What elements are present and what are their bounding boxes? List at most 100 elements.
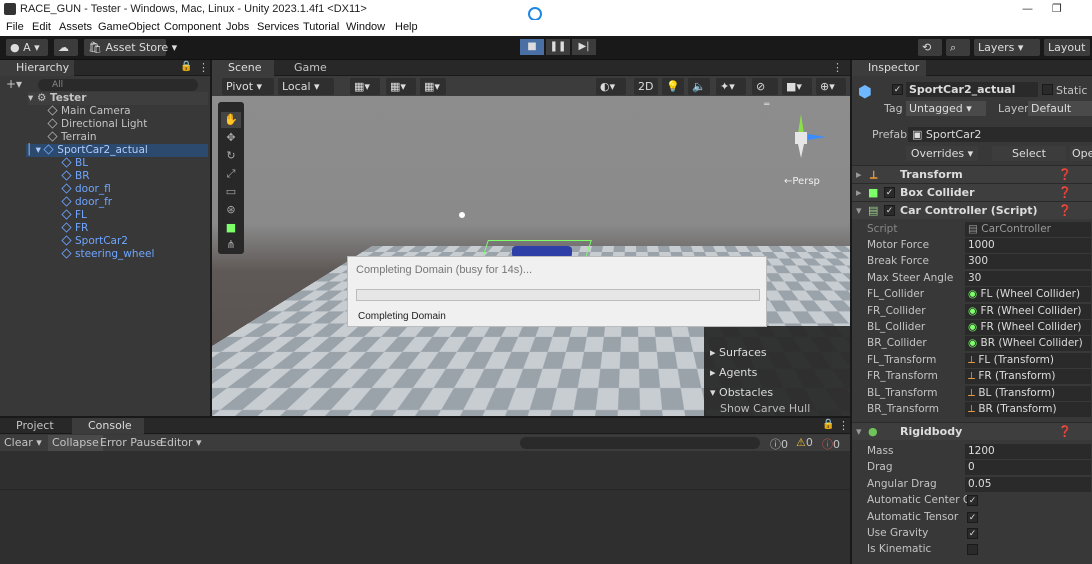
menu-gameobject[interactable]: GameObject xyxy=(98,21,160,33)
perspective-label[interactable]: ←Persp xyxy=(784,176,820,187)
prefab-field[interactable]: ▣ SportCar2 xyxy=(908,127,1092,142)
menu-file[interactable]: File xyxy=(6,21,24,33)
camera-icon[interactable]: ■▾ xyxy=(782,78,812,95)
asset-store-button[interactable]: 🛍 Asset Store ▾ xyxy=(84,39,177,56)
menu-services[interactable]: Services xyxy=(257,21,299,33)
console-log-area[interactable] xyxy=(0,451,850,564)
grid-visibility-icon[interactable]: ▦▾ xyxy=(386,78,416,95)
menu-edit[interactable]: Edit xyxy=(32,21,51,33)
shading-mode-icon[interactable]: ◐▾ xyxy=(596,78,626,95)
field-value[interactable]: ◉ FL (Wheel Collider) xyxy=(965,287,1091,303)
rigidbody-checkbox[interactable]: ✓ xyxy=(967,528,978,539)
tab-console[interactable]: Console xyxy=(72,418,144,434)
rigidbody-field-value[interactable]: 1200 xyxy=(965,444,1091,459)
snap-increment-icon[interactable]: ▦▾ xyxy=(420,78,446,95)
car-controller-checkbox[interactable]: ✓ xyxy=(884,205,895,216)
list-item[interactable]: BL xyxy=(61,157,88,170)
field-value[interactable]: ◉ FR (Wheel Collider) xyxy=(965,320,1091,335)
scale-tool-icon[interactable]: ⤢ xyxy=(221,166,241,182)
scene-row[interactable]: ▾ ⚙ Tester xyxy=(28,92,208,105)
console-search-input[interactable] xyxy=(520,437,760,449)
pivot-dropdown[interactable]: Pivot ▾ xyxy=(222,78,274,95)
tab-game[interactable]: Game xyxy=(278,60,340,76)
layers-dropdown[interactable]: Layers ▾ xyxy=(974,39,1040,56)
field-value[interactable]: 300 xyxy=(965,254,1091,270)
layout-dropdown[interactable]: Layout xyxy=(1044,39,1090,56)
2d-toggle[interactable]: 2D xyxy=(634,78,658,95)
rigidbody-checkbox[interactable] xyxy=(967,544,978,556)
effects-icon[interactable]: ✦▾ xyxy=(716,78,746,95)
list-item[interactable]: door_fr xyxy=(61,196,112,209)
menu-tutorial[interactable]: Tutorial xyxy=(303,21,339,33)
log-count[interactable]: ⓘ0 xyxy=(770,436,788,452)
menu-jobs[interactable]: Jobs xyxy=(226,21,249,33)
active-checkbox[interactable]: ✓ xyxy=(892,84,903,95)
lock-icon[interactable]: 🔒 xyxy=(822,419,834,430)
show-carve-hull[interactable]: Show Carve Hull xyxy=(720,402,810,415)
search-icon[interactable]: ⌕ xyxy=(946,39,970,56)
rigidbody-checkbox[interactable]: ✓ xyxy=(967,511,978,523)
list-item[interactable]: SportCar2 xyxy=(61,235,128,248)
lock-icon[interactable]: 🔒 xyxy=(180,61,192,72)
rigidbody-field-value[interactable]: 0.05 xyxy=(965,476,1091,492)
field-value[interactable]: 1000 xyxy=(965,238,1091,253)
overrides-dropdown[interactable]: Overrides ▾ xyxy=(906,146,978,161)
rigidbody-field-value[interactable]: 0 xyxy=(965,460,1091,476)
hidden-objects-icon[interactable]: ⊘ xyxy=(752,78,778,95)
warning-count[interactable]: ⚠0 xyxy=(796,436,813,449)
custom-tool-icon[interactable]: ⋔ xyxy=(221,238,241,252)
help-icon[interactable]: ❓ xyxy=(1058,166,1072,184)
maximize-button[interactable]: ❐ xyxy=(1052,2,1062,15)
menu-component[interactable]: Component xyxy=(164,21,221,33)
grid-snap-icon[interactable]: ▦▾ xyxy=(350,78,380,95)
add-icon[interactable]: +▾ xyxy=(6,77,22,91)
menu-assets[interactable]: Assets xyxy=(59,21,92,33)
component-rigidbody[interactable]: ▾ ● Rigidbody ❓ xyxy=(852,422,1092,440)
pause-button[interactable]: ❚❚ xyxy=(546,39,570,55)
select-button[interactable]: Select xyxy=(992,146,1066,161)
hierarchy-search-input[interactable]: All xyxy=(38,79,198,91)
cloud-icon[interactable]: ☁ xyxy=(54,39,78,56)
static-checkbox[interactable] xyxy=(1042,84,1053,95)
more-icon[interactable]: ⋮ xyxy=(838,419,849,432)
transform-tool-icon[interactable]: ⊛ xyxy=(221,202,241,218)
list-item[interactable]: door_fl xyxy=(61,183,111,196)
audio-icon[interactable]: 🔈 xyxy=(688,78,710,95)
list-item[interactable]: Main Camera xyxy=(47,105,131,118)
list-item[interactable]: FL xyxy=(61,209,87,222)
more-icon[interactable]: ⋮ xyxy=(198,61,209,74)
component-transform[interactable]: ▸ ⟂ Transform ❓ xyxy=(852,165,1092,183)
list-item[interactable]: Directional Light xyxy=(47,118,147,131)
tab-inspector[interactable]: Inspector xyxy=(852,60,926,76)
component-box-collider[interactable]: ▸ ■ ✓ Box Collider ❓ xyxy=(852,183,1092,201)
help-icon[interactable]: ❓ xyxy=(1058,184,1072,202)
help-icon[interactable]: ❓ xyxy=(1058,202,1072,220)
component-car-controller[interactable]: ▾ ▤ ✓ Car Controller (Script) ❓ xyxy=(852,201,1092,219)
collider-edit-icon[interactable]: ■ xyxy=(221,220,241,236)
layer-dropdown[interactable]: Default xyxy=(1028,101,1092,116)
field-value[interactable]: ◉ BR (Wheel Collider) xyxy=(965,336,1091,352)
error-count[interactable]: ⓘ0 xyxy=(822,436,840,452)
move-tool-icon[interactable]: ✥ xyxy=(221,130,241,146)
minimize-button[interactable]: — xyxy=(1022,2,1033,15)
object-name-field[interactable]: SportCar2_actual xyxy=(906,82,1038,97)
selected-item[interactable]: │ ▾ SportCar2_actual xyxy=(26,144,208,157)
rigidbody-checkbox[interactable]: ✓ xyxy=(967,495,978,507)
overlay-obstacles[interactable]: ▾ Obstacles xyxy=(710,386,773,399)
tab-hierarchy[interactable]: Hierarchy xyxy=(0,60,74,76)
editor-dropdown[interactable]: Editor ▾ xyxy=(160,436,202,449)
lighting-icon[interactable]: 💡 xyxy=(662,78,684,95)
list-item[interactable]: FR xyxy=(61,222,88,235)
history-icon[interactable]: ⟲ xyxy=(918,39,942,56)
more-icon[interactable]: ⋮ xyxy=(832,61,843,74)
field-value[interactable]: 30 xyxy=(965,270,1091,286)
overlay-surfaces[interactable]: ▸ Surfaces xyxy=(710,346,767,359)
list-item[interactable]: BR xyxy=(61,170,90,183)
field-value[interactable]: ⟂ FL (Transform) xyxy=(965,352,1091,368)
hand-tool-icon[interactable]: ✋ xyxy=(221,112,241,128)
rect-tool-icon[interactable]: ▭ xyxy=(221,184,241,200)
account-button[interactable]: ● A ▾ xyxy=(6,39,48,56)
field-value[interactable]: ◉ FR (Wheel Collider) xyxy=(965,303,1091,319)
menu-window[interactable]: Window xyxy=(346,21,385,33)
help-icon[interactable]: ❓ xyxy=(1058,423,1072,441)
